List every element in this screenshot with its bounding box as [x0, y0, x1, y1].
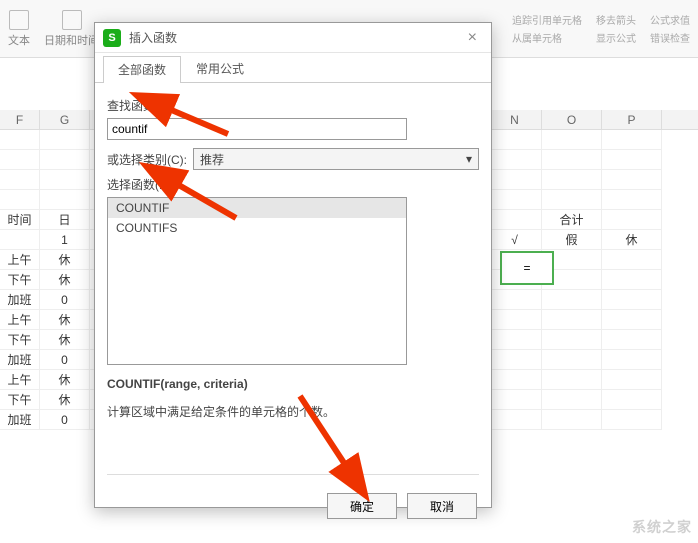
cell[interactable]: 休: [40, 390, 90, 410]
ribbon-datetime-label: 日期和时间: [44, 32, 99, 48]
datetime-icon: [62, 10, 82, 30]
col-header[interactable]: F: [0, 110, 40, 129]
tab-all-functions[interactable]: 全部函数: [103, 56, 181, 83]
ribbon-trace[interactable]: 追踪引用单元格: [512, 12, 582, 27]
cell[interactable]: 休: [40, 250, 90, 270]
dialog-title: 插入函数: [129, 29, 177, 46]
cell[interactable]: 日: [40, 210, 90, 230]
text-icon: [9, 10, 29, 30]
cell[interactable]: 上午: [0, 310, 40, 330]
cell[interactable]: 0: [40, 290, 90, 310]
cell[interactable]: √: [488, 230, 542, 250]
cell[interactable]: 合计: [542, 210, 602, 230]
search-label: 查找函数(S):: [107, 97, 479, 114]
ribbon-formula-eval[interactable]: 公式求值: [650, 12, 690, 27]
ok-button[interactable]: 确定: [327, 493, 397, 519]
cell[interactable]: 下午: [0, 330, 40, 350]
cell[interactable]: 下午: [0, 390, 40, 410]
category-select[interactable]: 推荐 ▾: [193, 148, 479, 170]
cell[interactable]: 休: [602, 230, 662, 250]
cell[interactable]: 休: [40, 310, 90, 330]
cell[interactable]: 上午: [0, 250, 40, 270]
cell[interactable]: 加班: [0, 350, 40, 370]
cell[interactable]: 下午: [0, 270, 40, 290]
cell[interactable]: 1: [40, 230, 90, 250]
ribbon-error-check[interactable]: 错误检查: [650, 30, 690, 45]
list-item[interactable]: COUNTIF: [108, 198, 406, 218]
col-header[interactable]: N: [488, 110, 542, 129]
cell[interactable]: 加班: [0, 290, 40, 310]
function-syntax: COUNTIF(range, criteria): [107, 377, 479, 391]
cell[interactable]: 上午: [0, 370, 40, 390]
cell[interactable]: 0: [40, 410, 90, 430]
wps-logo-icon: S: [103, 29, 121, 47]
cell[interactable]: 加班: [0, 410, 40, 430]
chevron-down-icon: ▾: [466, 152, 472, 166]
ribbon-text-group[interactable]: 文本: [8, 10, 30, 48]
select-function-label: 选择函数(N):: [107, 176, 479, 193]
cell[interactable]: 休: [40, 370, 90, 390]
dialog-tabs: 全部函数 常用公式: [95, 55, 491, 83]
ribbon-remove-arrows[interactable]: 移去箭头: [596, 12, 636, 27]
dialog-titlebar: S 插入函数 ×: [95, 23, 491, 53]
function-description: 计算区域中满足给定条件的单元格的个数。: [107, 403, 479, 420]
function-listbox[interactable]: COUNTIF COUNTIFS: [107, 197, 407, 365]
cell[interactable]: 0: [40, 350, 90, 370]
ribbon-datetime-group[interactable]: 日期和时间: [44, 10, 99, 48]
watermark: 系统之家: [632, 517, 692, 537]
ribbon-show-formula[interactable]: 显示公式: [596, 30, 636, 45]
cell[interactable]: 时间: [0, 210, 40, 230]
ribbon-text-label: 文本: [8, 32, 30, 48]
active-cell[interactable]: =: [500, 251, 554, 285]
active-cell-value: =: [523, 261, 530, 275]
tab-common-formulas[interactable]: 常用公式: [181, 55, 259, 82]
cell[interactable]: 假: [542, 230, 602, 250]
search-input[interactable]: [107, 118, 407, 140]
category-value: 推荐: [200, 151, 224, 168]
close-icon[interactable]: ×: [462, 27, 483, 49]
col-header[interactable]: P: [602, 110, 662, 129]
insert-function-dialog: S 插入函数 × 全部函数 常用公式 查找函数(S): 或选择类别(C): 推荐…: [94, 22, 492, 508]
category-label: 或选择类别(C):: [107, 151, 187, 168]
ribbon-depends[interactable]: 从属单元格: [512, 30, 582, 45]
col-header[interactable]: O: [542, 110, 602, 129]
list-item[interactable]: COUNTIFS: [108, 218, 406, 238]
cancel-button[interactable]: 取消: [407, 493, 477, 519]
col-header[interactable]: G: [40, 110, 90, 129]
cell[interactable]: 休: [40, 270, 90, 290]
cell[interactable]: 休: [40, 330, 90, 350]
